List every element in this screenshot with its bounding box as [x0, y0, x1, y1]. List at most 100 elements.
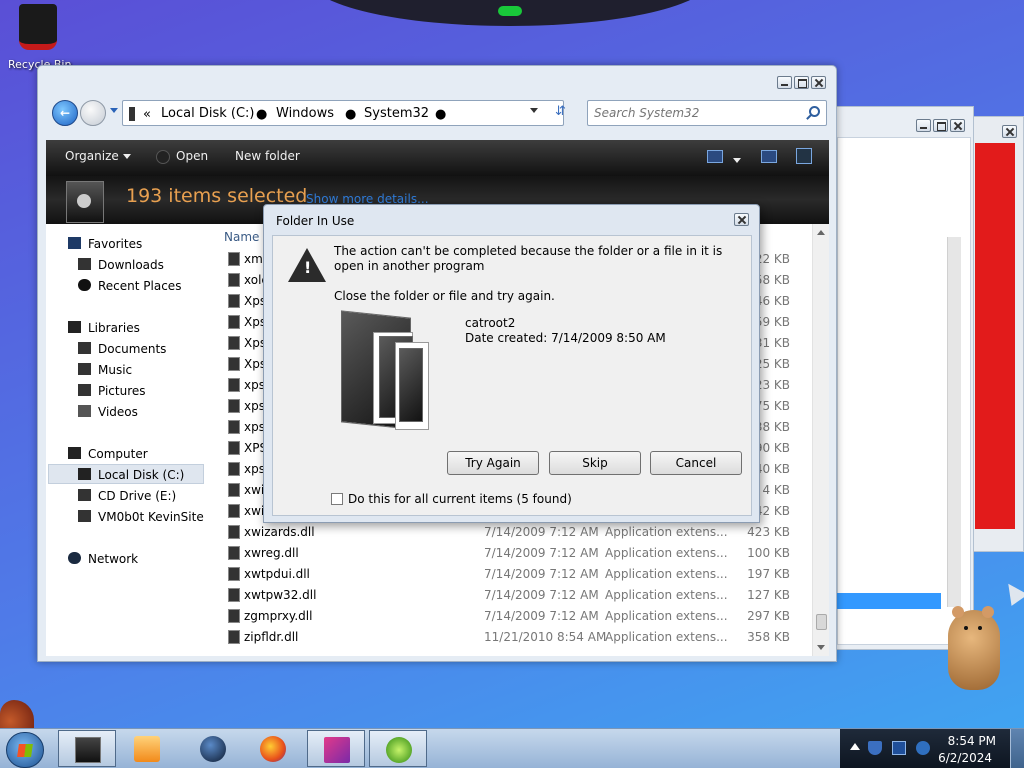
star-icon	[68, 237, 81, 249]
nav-computer[interactable]: Computer	[68, 447, 148, 461]
refresh-icon[interactable]: ⇵	[555, 104, 566, 119]
address-history-dropdown[interactable]	[530, 108, 538, 113]
new-folder-button[interactable]: New folder	[235, 149, 300, 163]
dll-file-icon	[228, 315, 240, 329]
address-bar[interactable]: « Local Disk (C:) ● Windows ● System32 ●	[122, 100, 564, 126]
preview-pane-icon[interactable]	[761, 150, 777, 163]
downloads-icon	[78, 258, 91, 270]
nav-videos[interactable]: Videos	[78, 405, 138, 419]
file-date: 7/14/2009 7:12 AM	[484, 609, 599, 623]
taskbar: 8:54 PM 6/2/2024	[0, 728, 1024, 768]
folder-in-use-dialog[interactable]: Folder In Use ! The action can't be comp…	[263, 204, 760, 523]
nav-network-drive[interactable]: VM0b0t KevinSite	[78, 510, 204, 524]
nav-documents[interactable]: Documents	[78, 342, 166, 356]
breadcrumb-separator-icon[interactable]: ●	[345, 107, 356, 122]
open-button[interactable]: Open	[176, 149, 208, 163]
view-options-dropdown[interactable]	[729, 153, 741, 167]
documents-icon	[78, 342, 91, 354]
start-button[interactable]	[6, 732, 44, 768]
file-row[interactable]: xwreg.dll 7/14/2009 7:12 AM Application ex…	[212, 543, 812, 564]
nav-local-disk[interactable]: Local Disk (C:)	[78, 468, 184, 482]
dll-file-icon	[228, 504, 240, 518]
file-row[interactable]: xwtpw32.dll 7/14/2009 7:12 AM Application …	[212, 585, 812, 606]
apply-to-all-checkbox[interactable]: Do this for all current items (5 found)	[331, 492, 572, 506]
dll-file-icon	[228, 357, 240, 371]
taskbar-globe[interactable]	[184, 730, 242, 767]
show-hidden-icons[interactable]	[850, 743, 860, 750]
cursor-icon	[1000, 578, 1024, 606]
nav-recent-places[interactable]: Recent Places	[78, 279, 181, 293]
close-icon[interactable]	[950, 119, 965, 132]
scroll-up-icon[interactable]	[817, 230, 825, 235]
organize-menu[interactable]: Organize	[65, 149, 131, 163]
dll-file-icon	[228, 483, 240, 497]
taskbar-paint[interactable]	[307, 730, 365, 767]
close-icon[interactable]	[1002, 125, 1017, 138]
nav-music[interactable]: Music	[78, 363, 132, 377]
maximize-icon[interactable]	[794, 76, 809, 89]
security-shield-icon[interactable]	[868, 741, 882, 755]
dll-file-icon	[228, 441, 240, 455]
nav-label: Computer	[88, 447, 148, 461]
file-size: 25 KB	[754, 357, 790, 371]
try-again-button[interactable]: Try Again	[447, 451, 539, 475]
nav-label: Music	[98, 363, 133, 377]
close-icon[interactable]	[811, 76, 826, 89]
checkbox-box[interactable]	[331, 493, 343, 505]
file-list-scrollbar[interactable]	[812, 224, 829, 656]
breadcrumb-local-disk[interactable]: Local Disk (C:)	[161, 106, 254, 121]
minimize-icon[interactable]	[916, 119, 931, 132]
file-row[interactable]: xwizards.dll 7/14/2009 7:12 AM Application…	[212, 522, 812, 543]
search-icon[interactable]	[809, 106, 820, 117]
skip-button[interactable]: Skip	[549, 451, 641, 475]
recent-pages-dropdown[interactable]	[110, 108, 118, 113]
file-row[interactable]: zgmprxy.dll 7/14/2009 7:12 AM Application …	[212, 606, 812, 627]
file-row[interactable]: zipfldr.dll 11/21/2010 8:54 AM Application…	[212, 627, 812, 648]
dll-file-icon	[228, 630, 240, 644]
column-header-name[interactable]: Name	[224, 230, 259, 244]
background-window-scrollbar[interactable]	[947, 237, 961, 607]
show-desktop-button[interactable]	[1010, 729, 1024, 768]
taskbar-media-player[interactable]	[118, 730, 176, 767]
search-box[interactable]	[587, 100, 827, 126]
nav-pictures[interactable]: Pictures	[78, 384, 146, 398]
file-name: zipfldr.dll	[244, 630, 299, 644]
taskbar-firefox[interactable]	[244, 730, 302, 767]
breadcrumb-system32[interactable]: System32	[364, 106, 429, 121]
file-name: xps	[244, 399, 265, 413]
help-icon[interactable]	[796, 148, 812, 164]
search-input[interactable]	[588, 101, 788, 125]
recycle-bin-shortcut[interactable]: Recycle Bin	[8, 4, 71, 71]
scroll-down-icon[interactable]	[817, 645, 825, 650]
background-window-2[interactable]	[968, 116, 1024, 552]
clock-time[interactable]: 8:54 PM	[948, 734, 996, 748]
scroll-thumb[interactable]	[816, 614, 827, 630]
taskbar-app[interactable]	[369, 730, 427, 767]
breadcrumb-windows[interactable]: Windows	[276, 106, 334, 121]
recent-places-icon	[78, 279, 91, 291]
network-drive-icon	[78, 510, 91, 522]
network-status-icon[interactable]	[892, 741, 906, 755]
change-view-icon[interactable]	[707, 150, 723, 163]
close-icon[interactable]	[734, 213, 749, 226]
maximize-icon[interactable]	[933, 119, 948, 132]
back-button[interactable]: ←	[52, 100, 78, 126]
minimize-icon[interactable]	[777, 76, 792, 89]
nav-downloads[interactable]: Downloads	[78, 258, 164, 272]
file-row[interactable]: xwtpdui.dll 7/14/2009 7:12 AM Application …	[212, 564, 812, 585]
dialog-title: Folder In Use	[276, 214, 355, 228]
cancel-button[interactable]: Cancel	[650, 451, 742, 475]
breadcrumb-separator-icon[interactable]: ●	[435, 107, 446, 122]
background-window-1[interactable]	[828, 106, 974, 650]
forward-button[interactable]	[80, 100, 106, 126]
taskbar-explorer[interactable]	[58, 730, 116, 767]
music-icon	[78, 363, 91, 375]
nav-favorites[interactable]: Favorites	[68, 237, 142, 251]
volume-icon[interactable]	[916, 741, 930, 755]
nav-libraries[interactable]: Libraries	[68, 321, 140, 335]
breadcrumb-overflow-icon[interactable]: «	[143, 107, 151, 122]
breadcrumb-separator-icon[interactable]: ●	[256, 107, 267, 122]
nav-cd-drive[interactable]: CD Drive (E:)	[78, 489, 176, 503]
clock-date[interactable]: 6/2/2024	[938, 751, 992, 765]
nav-network[interactable]: Network	[68, 552, 138, 566]
